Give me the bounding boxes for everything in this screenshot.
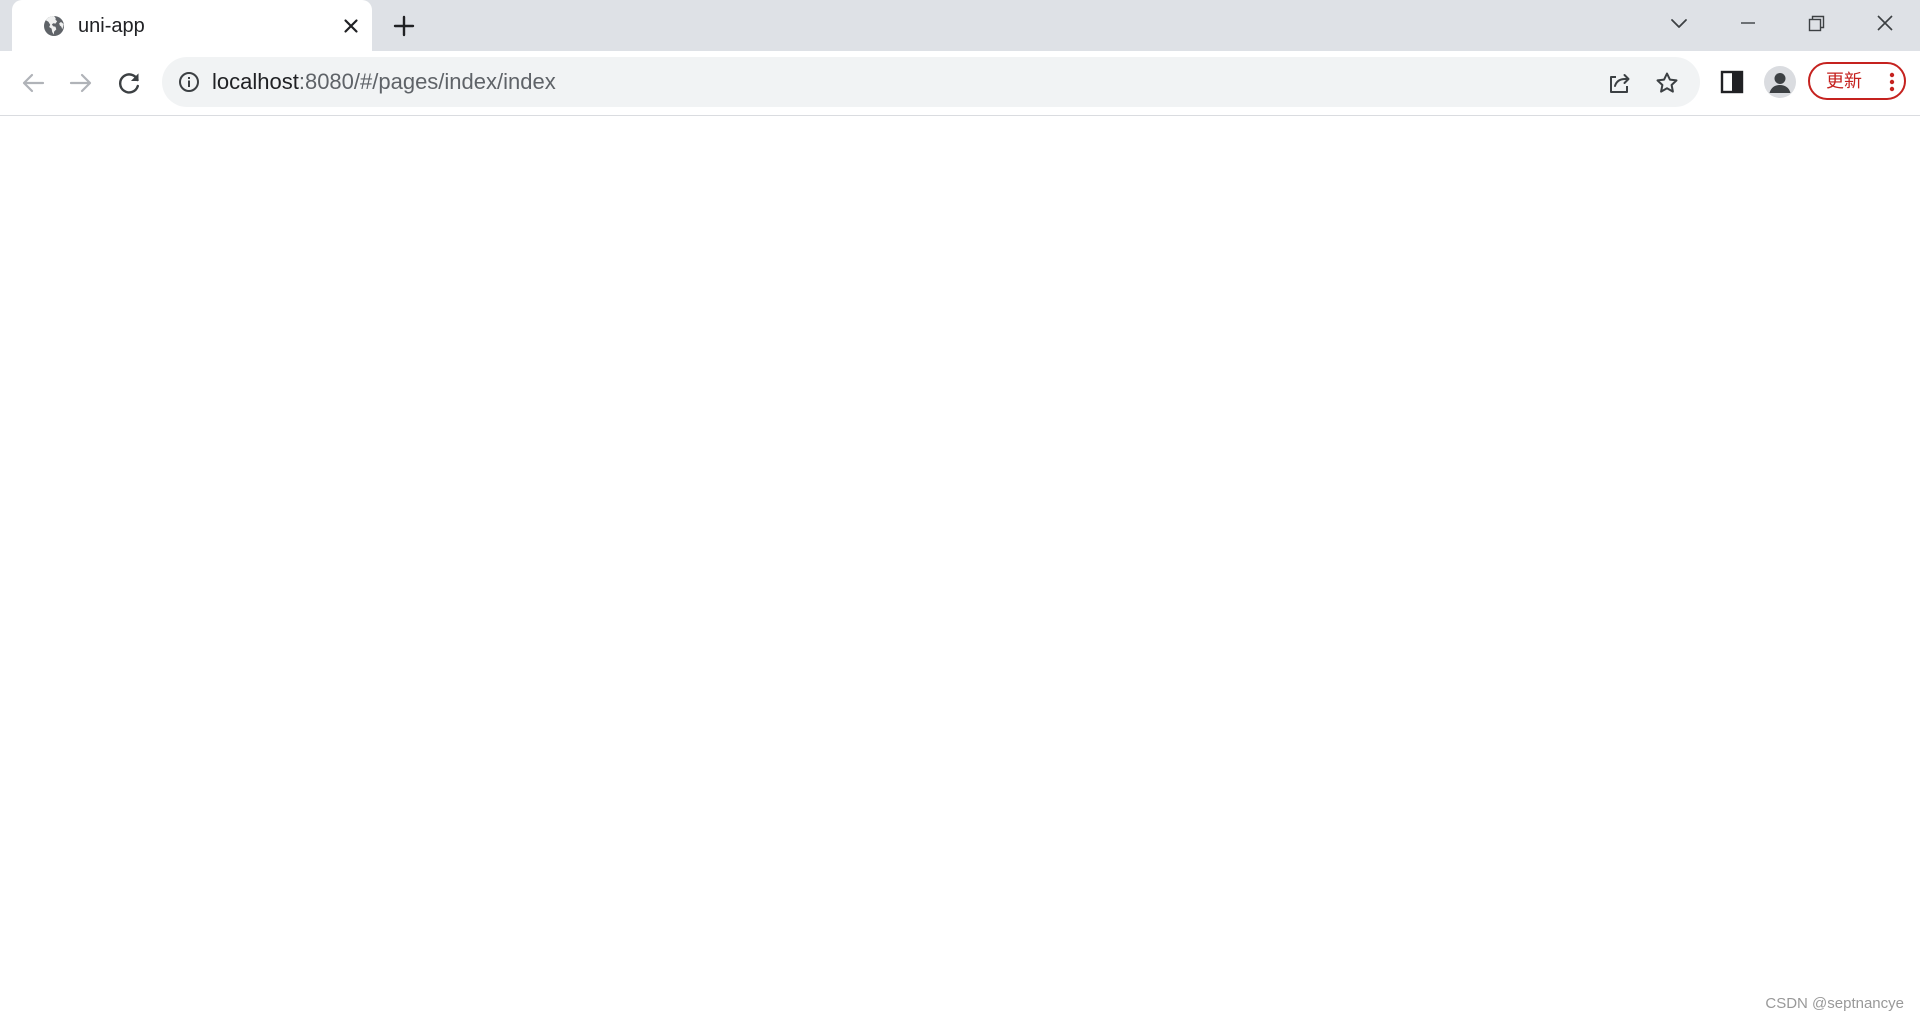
tab-uni-app[interactable]: uni-app — [12, 0, 372, 51]
avatar-icon — [1769, 73, 1791, 93]
kebab-menu-icon[interactable] — [1882, 71, 1902, 93]
update-button[interactable]: 更新 — [1808, 62, 1906, 100]
url-text[interactable]: localhost:8080/#/pages/index/index — [212, 69, 556, 95]
close-icon[interactable] — [339, 14, 363, 38]
arrow-left-icon[interactable] — [17, 67, 49, 99]
tab-title: uni-app — [78, 15, 145, 37]
share-icon[interactable] — [1606, 70, 1632, 96]
watermark: CSDN @septnancye — [1765, 995, 1904, 1012]
avatar[interactable] — [1764, 66, 1796, 98]
page-viewport: CSDN @septnancye — [0, 116, 1920, 1020]
url-path: :8080/#/pages/index/index — [298, 69, 556, 94]
browser-window: uni-app localhost:8080/#/pages/index/ind… — [0, 0, 1920, 1020]
update-label: 更新 — [1826, 71, 1862, 92]
reload-icon[interactable] — [113, 67, 145, 99]
info-icon[interactable] — [177, 70, 201, 94]
url-host: localhost — [212, 69, 299, 94]
side-panel-icon[interactable] — [1717, 67, 1747, 97]
toolbar: localhost:8080/#/pages/index/index 更新 — [0, 51, 1920, 116]
restore-icon[interactable] — [1801, 8, 1831, 38]
tab-strip: uni-app — [0, 0, 1920, 51]
minimize-icon[interactable] — [1733, 8, 1763, 38]
address-bar[interactable]: localhost:8080/#/pages/index/index — [162, 57, 1700, 107]
star-icon[interactable] — [1654, 70, 1680, 96]
chevron-down-icon[interactable] — [1666, 10, 1692, 36]
arrow-right-icon[interactable] — [65, 67, 97, 99]
globe-icon — [44, 16, 64, 36]
window-close-icon[interactable] — [1870, 8, 1900, 38]
plus-icon[interactable] — [390, 12, 418, 40]
